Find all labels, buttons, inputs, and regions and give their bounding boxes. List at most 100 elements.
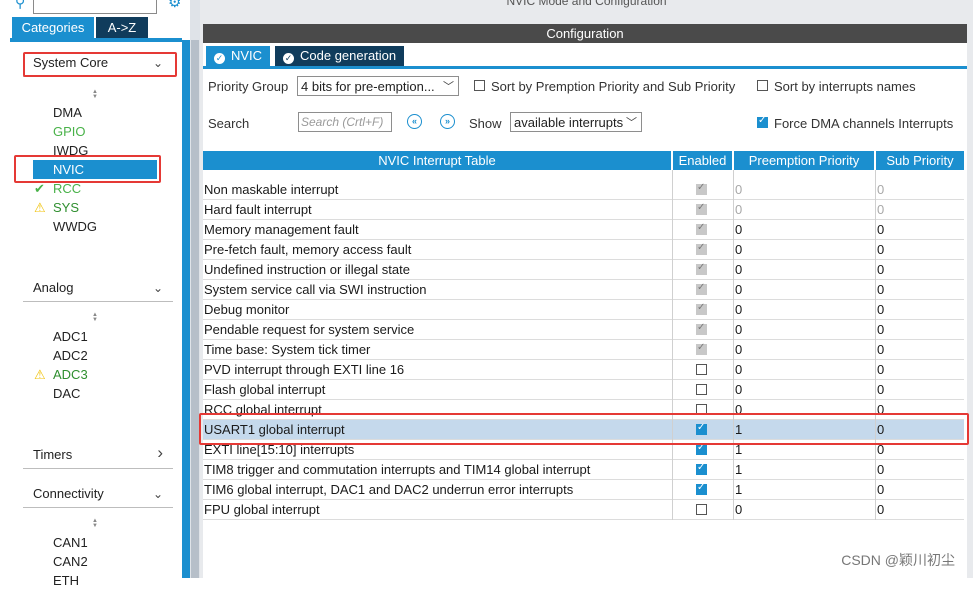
table-row[interactable]: Pre-fetch fault, memory access fault 0 0 [203, 240, 964, 260]
sub-priority-value[interactable]: 0 [877, 460, 884, 479]
preemption-priority-value[interactable]: 0 [735, 360, 742, 379]
search-next-icon[interactable]: » [440, 114, 455, 129]
search-icon[interactable]: ⚲ [15, 0, 25, 11]
table-row[interactable]: Undefined instruction or illegal state 0 0 [203, 260, 964, 280]
peripheral-item-dma[interactable]: DMA [53, 103, 82, 122]
header-enabled[interactable]: Enabled [673, 151, 732, 170]
scrollbar-thumb[interactable] [191, 40, 199, 578]
sub-priority-value[interactable]: 0 [877, 300, 884, 319]
preemption-priority-value[interactable]: 1 [735, 480, 742, 499]
chevron-down-icon: ﹀ [443, 81, 454, 93]
table-row[interactable]: Memory management fault 0 0 [203, 220, 964, 240]
peripheral-item-wwdg[interactable]: WWDG [53, 217, 97, 236]
sub-priority-value[interactable]: 0 [877, 340, 884, 359]
peripheral-item-adc1[interactable]: ADC1 [53, 327, 88, 346]
sub-priority-value[interactable]: 0 [877, 200, 884, 219]
sort-arrows-icon[interactable]: ▲ ▼ [92, 89, 98, 100]
preemption-priority-value[interactable]: 0 [735, 180, 742, 199]
table-row[interactable]: FPU global interrupt 0 0 [203, 500, 964, 520]
preemption-priority-value[interactable]: 0 [735, 200, 742, 219]
preemption-priority-value[interactable]: 0 [735, 280, 742, 299]
tab-nvic[interactable]: ✓ NVIC [206, 46, 271, 66]
sub-priority-value[interactable]: 0 [877, 380, 884, 399]
priority-group-value: 4 bits for pre-emption... [301, 79, 435, 94]
preemption-priority-value[interactable]: 1 [735, 460, 742, 479]
sub-priority-value[interactable]: 0 [877, 220, 884, 239]
peripheral-item-dac[interactable]: DAC [53, 384, 80, 403]
peripheral-item-adc2[interactable]: ADC2 [53, 346, 88, 365]
preemption-priority-value[interactable]: 0 [735, 380, 742, 399]
sort-arrows-icon[interactable]: ▲ ▼ [92, 518, 98, 529]
enabled-checkbox[interactable] [696, 462, 707, 475]
preemption-priority-value[interactable]: 0 [735, 220, 742, 239]
preemption-priority-value[interactable]: 0 [735, 320, 742, 339]
section-header[interactable]: Connectivity ⌄ [33, 483, 163, 505]
preemption-priority-value[interactable]: 0 [735, 300, 742, 319]
table-row[interactable]: PVD interrupt through EXTI line 16 0 0 [203, 360, 964, 380]
enabled-checkbox [696, 322, 707, 335]
peripheral-item-adc3[interactable]: ADC3 [53, 365, 88, 384]
tab-a-z[interactable]: A->Z [96, 17, 148, 38]
enabled-checkbox[interactable] [696, 504, 707, 515]
sort-premption-checkbox[interactable] [474, 80, 485, 91]
header-preemption-priority[interactable]: Preemption Priority [734, 151, 874, 170]
tab-code-generation[interactable]: ✓ Code generation [275, 46, 405, 66]
enabled-checkbox [696, 282, 707, 295]
preemption-priority-value[interactable]: 0 [735, 240, 742, 259]
peripheral-item-can2[interactable]: CAN2 [53, 552, 88, 571]
enabled-checkbox [696, 222, 707, 235]
table-row[interactable]: Time base: System tick timer 0 0 [203, 340, 964, 360]
section-header[interactable]: Timers › [33, 443, 163, 466]
table-row[interactable]: Pendable request for system service 0 0 [203, 320, 964, 340]
peripheral-item-sys[interactable]: SYS [53, 198, 79, 217]
enabled-checkbox[interactable] [696, 364, 707, 375]
sub-priority-value[interactable]: 0 [877, 280, 884, 299]
chevron-down-icon: ﹀ [626, 117, 637, 129]
tab-categories[interactable]: Categories [12, 17, 94, 38]
sort-names-checkbox[interactable] [757, 80, 768, 91]
table-row[interactable]: Hard fault interrupt 0 0 [203, 200, 964, 220]
interrupt-name: PVD interrupt through EXTI line 16 [204, 362, 405, 377]
sub-priority-value[interactable]: 0 [877, 260, 884, 279]
peripheral-item-gpio[interactable]: GPIO [53, 122, 86, 141]
sub-priority-value[interactable]: 0 [877, 180, 884, 199]
peripheral-item-eth[interactable]: ETH [53, 571, 79, 590]
enabled-checkbox[interactable] [696, 482, 707, 495]
table-row[interactable]: TIM8 trigger and commutation interrupts … [203, 460, 964, 480]
enabled-checkbox[interactable] [696, 442, 707, 455]
search-previous-icon[interactable]: « [407, 114, 422, 129]
priority-group-select[interactable]: 4 bits for pre-emption... ﹀ [297, 76, 459, 96]
preemption-priority-value[interactable]: 0 [735, 500, 742, 519]
column-divider [875, 170, 876, 520]
peripheral-search-input[interactable] [33, 0, 157, 14]
preemption-priority-value[interactable]: 0 [735, 340, 742, 359]
table-row[interactable]: System service call via SWI instruction 0… [203, 280, 964, 300]
header-interrupt-table[interactable]: NVIC Interrupt Table [203, 151, 671, 170]
table-row[interactable]: Flash global interrupt 0 0 [203, 380, 964, 400]
tab-underline [203, 66, 967, 69]
preemption-priority-value[interactable]: 0 [735, 260, 742, 279]
peripheral-label: ADC3 [53, 367, 88, 382]
interrupt-name: Undefined instruction or illegal state [204, 262, 410, 277]
interrupt-name: TIM6 global interrupt, DAC1 and DAC2 und… [204, 482, 574, 497]
interrupt-search-input[interactable]: Search (Crtl+F) [298, 112, 392, 132]
sub-priority-value[interactable]: 0 [877, 500, 884, 519]
table-row[interactable]: Non maskable interrupt 0 0 [203, 180, 964, 200]
sub-priority-value[interactable]: 0 [877, 320, 884, 339]
sort-arrows-icon[interactable]: ▲ ▼ [92, 312, 98, 323]
sub-priority-value[interactable]: 0 [877, 240, 884, 259]
section-header[interactable]: Analog ⌄ [33, 277, 163, 299]
tab-code-generation-label: Code generation [300, 48, 397, 63]
force-dma-checkbox[interactable] [757, 115, 768, 128]
enabled-checkbox[interactable] [696, 384, 707, 395]
interrupt-name: FPU global interrupt [204, 502, 320, 517]
sub-priority-value[interactable]: 0 [877, 360, 884, 379]
table-row[interactable]: Debug monitor 0 0 [203, 300, 964, 320]
show-select[interactable]: available interrupts ﹀ [510, 112, 642, 132]
sub-priority-value[interactable]: 0 [877, 480, 884, 499]
peripheral-label: ETH [53, 573, 79, 588]
gear-icon[interactable]: ⚙ [168, 0, 181, 11]
peripheral-item-can1[interactable]: CAN1 [53, 533, 88, 552]
header-sub-priority[interactable]: Sub Priority [876, 151, 964, 170]
table-row[interactable]: TIM6 global interrupt, DAC1 and DAC2 und… [203, 480, 964, 500]
